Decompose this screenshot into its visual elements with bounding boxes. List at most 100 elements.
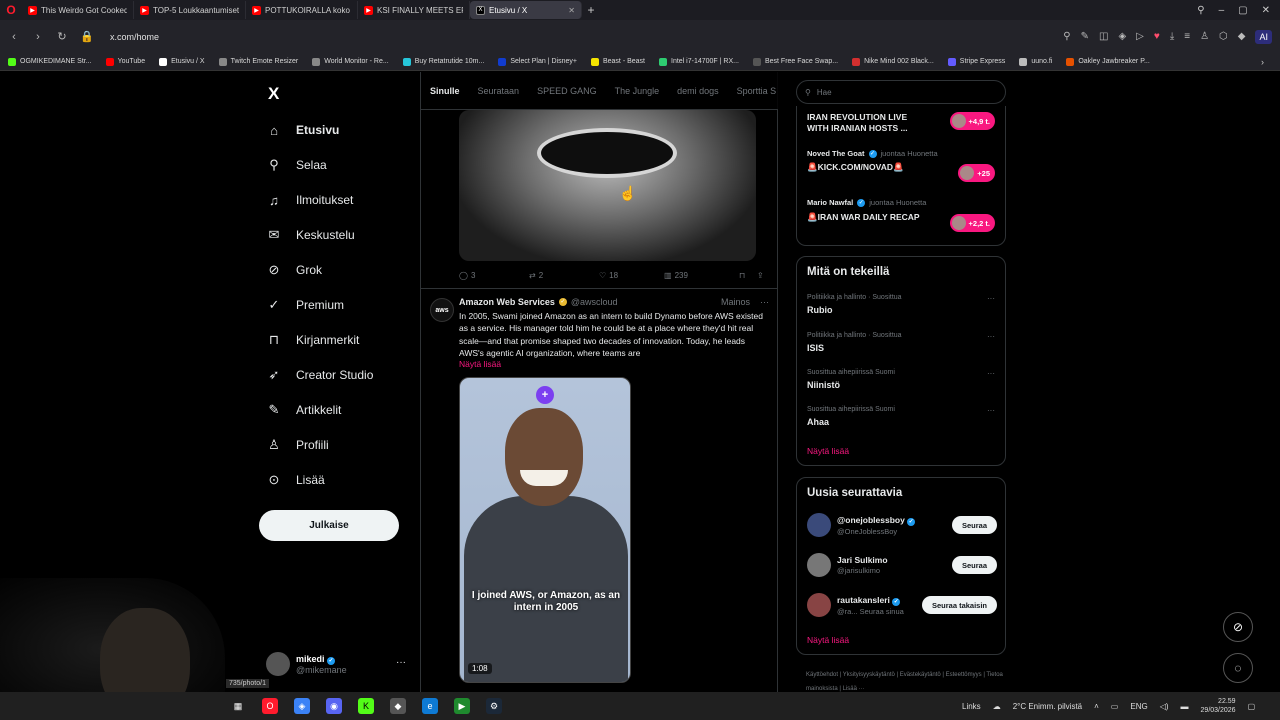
more-icon[interactable]: ··· (987, 332, 995, 341)
follow-back-button[interactable]: Seuraa takaisin (921, 596, 997, 614)
author-handle[interactable]: @awscloud (571, 297, 618, 307)
browser-tab[interactable]: ▶ POTTUKOIRALLA koko Arr (246, 1, 358, 19)
follow-suggestion[interactable]: Jari Sulkimo @jarisulkimo Seuraa (807, 551, 997, 579)
show-more-link[interactable]: Näytä lisää (459, 359, 501, 369)
host-name[interactable]: Mario Nawfal (807, 198, 853, 207)
bookmark[interactable]: World Monitor - Re... (312, 57, 389, 66)
sidebar-item-notifications[interactable]: ♫ Ilmoitukset (266, 190, 353, 210)
plus-icon[interactable]: + (536, 386, 554, 404)
sidebar-item-profile[interactable]: ♙ Profiili (266, 435, 329, 455)
avatar[interactable]: aws (430, 298, 454, 322)
extension-icon[interactable]: ⬡ (1219, 31, 1228, 42)
show-more-link[interactable]: Näytä lisää (807, 635, 849, 645)
speaker-icon[interactable]: ◁) (1160, 702, 1169, 711)
play-icon[interactable]: ▷ (1136, 31, 1144, 42)
app-icon[interactable]: ◈ (294, 698, 310, 714)
bookmark[interactable]: Stripe Express (947, 57, 1005, 66)
space-title[interactable]: 🚨KICK.COM/NOVAD🚨 (807, 162, 927, 173)
app-icon[interactable]: ◆ (390, 698, 406, 714)
bookmark[interactable]: OGMIKEDIMANE Str... (8, 57, 92, 66)
host-name[interactable]: Noved The Goat (807, 149, 865, 158)
tab-the-jungle[interactable]: The Jungle (615, 86, 660, 96)
discord-icon[interactable]: ◉ (326, 698, 342, 714)
bookmark[interactable]: Beast - Beast (590, 57, 645, 66)
opera-icon[interactable]: O (0, 0, 22, 20)
bookmark[interactable]: Best Free Face Swap... (752, 57, 838, 66)
more-icon[interactable]: ··· (987, 369, 995, 378)
repost-button[interactable]: ⇄ 2 (529, 271, 599, 280)
chevron-up-icon[interactable]: ˄ (1094, 702, 1099, 711)
reply-button[interactable]: ◯ 3 (459, 271, 529, 280)
browser-tab[interactable]: ▶ This Weirdo Got Cooked (22, 1, 134, 19)
bookmark-button[interactable]: ⊓ (739, 271, 757, 280)
space-listeners-pill[interactable]: +2,2 t. (949, 214, 995, 232)
search-icon[interactable]: ⚲ (1197, 5, 1204, 16)
task-view-icon[interactable]: ▦ (230, 698, 246, 714)
grok-icon[interactable]: ⊘ (1223, 612, 1253, 642)
chevron-right-icon[interactable]: › (1261, 57, 1280, 67)
author-name[interactable]: Amazon Web Services (459, 297, 555, 307)
like-button[interactable]: ♡ 18 (599, 271, 664, 280)
space-title[interactable]: IRAN REVOLUTION LIVE WITH IRANIAN HOSTS … (807, 112, 927, 134)
sidebar-item-articles[interactable]: ✎ Artikkelit (266, 400, 342, 420)
language-indicator[interactable]: ENG (1130, 702, 1147, 711)
battery-icon[interactable]: ▬ (1181, 702, 1189, 711)
bookmark[interactable]: Nike Mind 002 Black... (852, 57, 934, 66)
follow-button[interactable]: Seuraa (951, 516, 997, 534)
bookmark[interactable]: Buy Retatrutide 10m... (402, 57, 484, 66)
show-more-link[interactable]: Näytä lisää (807, 446, 849, 456)
close-icon[interactable]: ✕ (1262, 5, 1270, 16)
chat-icon[interactable]: ◌ (1223, 653, 1253, 683)
trend-name[interactable]: Niinistö (807, 380, 840, 390)
play-icon[interactable]: ▶ (454, 698, 470, 714)
network-icon[interactable]: ▭ (1111, 702, 1119, 711)
more-icon[interactable]: ··· (760, 297, 769, 307)
tab-demi-dogs[interactable]: demi dogs (677, 86, 719, 96)
camera-icon[interactable]: ◫ (1099, 31, 1108, 42)
sidebar-item-grok[interactable]: ⊘ Grok (266, 260, 322, 280)
search-icon[interactable]: ⚲ (1063, 31, 1070, 42)
ai-button[interactable]: AI (1255, 29, 1272, 44)
more-icon[interactable]: ··· (396, 657, 406, 668)
clock[interactable]: 22.59 29/03/2026 (1201, 697, 1236, 715)
more-icon[interactable]: ··· (987, 406, 995, 415)
browser-tab[interactable]: ▶ KSI FINALLY MEETS EPIC S (358, 1, 470, 19)
back-button[interactable]: ‹ (8, 31, 20, 43)
sidebar-item-premium[interactable]: ✓ Premium (266, 295, 344, 315)
reload-button[interactable]: ↻ (56, 30, 68, 43)
maximize-icon[interactable]: ▢ (1238, 5, 1247, 16)
edit-icon[interactable]: ✎ (1081, 31, 1089, 42)
sidebar-item-more[interactable]: ⊙ Lisää (266, 470, 325, 490)
follow-suggestion[interactable]: @onejoblessboy ✓ @OneJoblessBoy Seuraa (807, 511, 997, 539)
edge-icon[interactable]: e (422, 698, 438, 714)
bookmark[interactable]: YouTube (105, 57, 145, 66)
trend-name[interactable]: Ahaa (807, 417, 829, 427)
views-button[interactable]: ▥ 239 (664, 271, 739, 280)
bookmark[interactable]: Intel i7-14700F | RX... (659, 57, 739, 66)
x-logo-icon[interactable]: X (268, 84, 279, 104)
space-listeners-pill[interactable]: +4,9 t. (949, 112, 995, 130)
footer-links[interactable]: Käyttöehdot | Yksityisyyskäytäntö | Eväs… (806, 668, 1006, 692)
post-image[interactable]: ☝ (459, 110, 756, 261)
bookmark[interactable]: Oakley Jawbreaker P... (1066, 57, 1150, 66)
profile-icon[interactable]: ♙ (1200, 31, 1209, 42)
menu-icon[interactable]: ≡ (1184, 31, 1190, 42)
heart-icon[interactable]: ♥ (1154, 31, 1160, 42)
links-toolbar[interactable]: Links (962, 702, 981, 711)
post-button[interactable]: Julkaise (259, 510, 399, 541)
space-title[interactable]: 🚨IRAN WAR DAILY RECAP (807, 212, 927, 223)
tab-following[interactable]: Seurataan (478, 86, 520, 96)
download-icon[interactable]: ⤓ (1170, 31, 1174, 42)
bookmark[interactable]: Etusivu / X (159, 57, 205, 66)
steam-icon[interactable]: ⚙ (486, 698, 502, 714)
opera-icon[interactable]: O (262, 698, 278, 714)
kick-icon[interactable]: K (358, 698, 374, 714)
shield-icon[interactable]: ◈ (1118, 31, 1126, 42)
weather-text[interactable]: 2°C Enimm. pilvistä (1013, 702, 1082, 711)
sidebar-item-explore[interactable]: ⚲ Selaa (266, 155, 326, 175)
follow-suggestion[interactable]: rautakansleri ✓ @ra... Seuraa sinua Seura… (807, 591, 997, 619)
bookmark[interactable]: Twitch Emote Resizer (218, 57, 298, 66)
forward-button[interactable]: › (32, 31, 44, 43)
sidebar-item-bookmarks[interactable]: ⊓ Kirjanmerkit (266, 330, 359, 350)
trend-name[interactable]: Rubio (807, 305, 833, 315)
